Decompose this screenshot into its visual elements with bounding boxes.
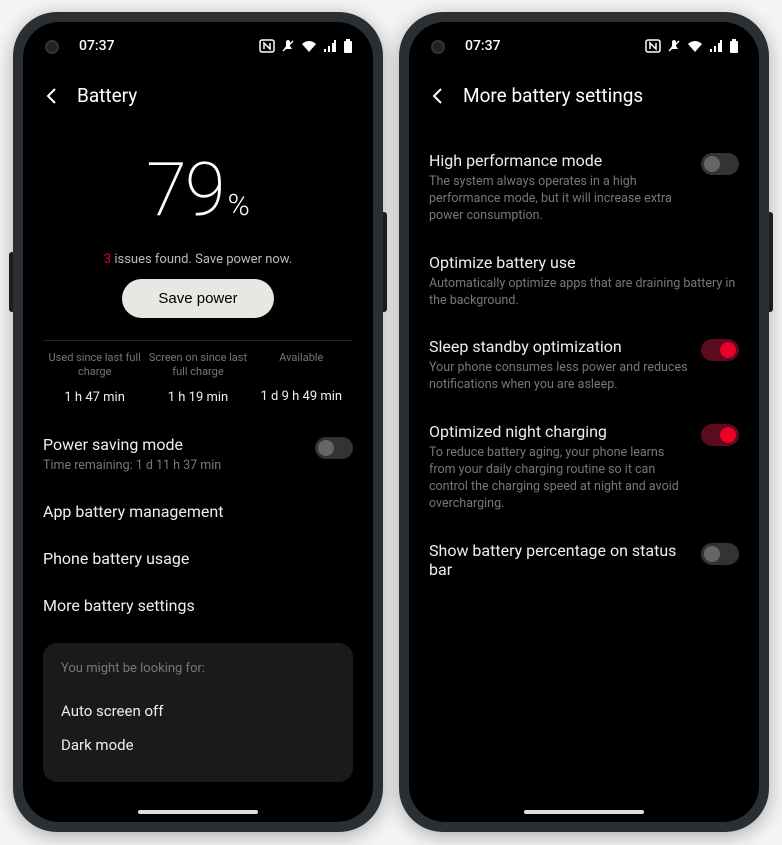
status-time: 07:37 (465, 38, 501, 54)
stat-value: 1 h 19 min (146, 390, 249, 405)
nfc-icon (645, 39, 661, 53)
issues-count: 3 (104, 252, 111, 267)
battery-percent: 79% (43, 121, 353, 252)
toggle-high-performance[interactable] (701, 153, 739, 175)
stat-label: Available (250, 351, 353, 379)
suggestions-card: You might be looking for: Auto screen of… (43, 643, 353, 782)
suggestions-header: You might be looking for: (61, 661, 335, 676)
back-icon[interactable] (43, 87, 61, 105)
status-bar: 07:37 (409, 22, 759, 70)
suggest-auto-screen-off[interactable]: Auto screen off (61, 694, 335, 728)
toggle-night-charging[interactable] (701, 424, 739, 446)
row-app-battery[interactable]: App battery management (43, 488, 353, 535)
row-subtitle: To reduce battery aging, your phone lear… (429, 445, 689, 513)
row-subtitle: Time remaining: 1 d 11 h 37 min (43, 458, 303, 475)
status-icons (259, 39, 353, 53)
suggest-dark-mode[interactable]: Dark mode (61, 728, 335, 762)
battery-icon (729, 39, 739, 53)
row-title: Power saving mode (43, 435, 303, 454)
front-camera (45, 40, 59, 54)
page-header: More battery settings (409, 70, 759, 121)
stat-label: Used since last full charge (43, 351, 146, 380)
row-more-settings[interactable]: More battery settings (43, 582, 353, 629)
battery-icon (343, 39, 353, 53)
battery-stats: Used since last full charge 1 h 47 min S… (43, 340, 353, 421)
battery-content: 79% 3 issues found. Save power now. Save… (23, 121, 373, 782)
screen-left: 07:37 Battery 79% 3 issues found. Save p… (23, 22, 373, 822)
signal-icon (323, 40, 337, 52)
row-title: Phone battery usage (43, 549, 189, 568)
page-title: More battery settings (463, 84, 643, 107)
wifi-icon (301, 40, 317, 52)
row-power-saving[interactable]: Power saving mode Time remaining: 1 d 11… (43, 421, 353, 489)
front-camera (431, 40, 445, 54)
status-time: 07:37 (79, 38, 115, 54)
percent-number: 79 (146, 147, 223, 234)
row-title: Sleep standby optimization (429, 337, 689, 356)
row-title: App battery management (43, 502, 223, 521)
row-title: Show battery percentage on status bar (429, 541, 689, 579)
nfc-icon (259, 39, 275, 53)
home-indicator[interactable] (138, 810, 258, 814)
status-icons (645, 39, 739, 53)
mute-icon (667, 39, 681, 53)
row-optimize-battery[interactable]: Optimize battery use Automatically optim… (429, 239, 739, 324)
more-settings-content: High performance mode The system always … (409, 121, 759, 593)
mute-icon (281, 39, 295, 53)
phone-frame-right: 07:37 More battery settings High perform… (399, 12, 769, 832)
issues-line: 3 issues found. Save power now. (43, 252, 353, 267)
phone-frame-left: 07:37 Battery 79% 3 issues found. Save p… (13, 12, 383, 832)
row-phone-usage[interactable]: Phone battery usage (43, 535, 353, 582)
stat-value: 1 h 47 min (43, 390, 146, 405)
toggle-power-saving[interactable] (315, 437, 353, 459)
status-bar: 07:37 (23, 22, 373, 70)
stat-used: Used since last full charge 1 h 47 min (43, 351, 146, 405)
row-subtitle: Your phone consumes less power and reduc… (429, 360, 689, 394)
row-title: Optimize battery use (429, 253, 739, 272)
page-header: Battery (23, 70, 373, 121)
signal-icon (709, 40, 723, 52)
row-title: High performance mode (429, 151, 689, 170)
row-title: Optimized night charging (429, 422, 689, 441)
stat-screen-on: Screen on since last full charge 1 h 19 … (146, 351, 249, 405)
toggle-show-percentage[interactable] (701, 543, 739, 565)
wifi-icon (687, 40, 703, 52)
stat-available: Available 1 d 9 h 49 min (250, 351, 353, 405)
row-subtitle: Automatically optimize apps that are dra… (429, 276, 739, 310)
row-sleep-standby[interactable]: Sleep standby optimization Your phone co… (429, 323, 739, 408)
row-night-charging[interactable]: Optimized night charging To reduce batte… (429, 408, 739, 527)
issues-text: issues found. Save power now. (114, 252, 292, 267)
home-indicator[interactable] (524, 810, 644, 814)
page-title: Battery (77, 84, 137, 107)
row-subtitle: The system always operates in a high per… (429, 174, 689, 225)
row-title: More battery settings (43, 596, 195, 615)
percent-symbol: % (228, 188, 250, 223)
row-show-percentage[interactable]: Show battery percentage on status bar (429, 527, 739, 593)
back-icon[interactable] (429, 87, 447, 105)
toggle-sleep-standby[interactable] (701, 339, 739, 361)
stat-label: Screen on since last full charge (146, 351, 249, 380)
stat-value: 1 d 9 h 49 min (250, 389, 353, 404)
screen-right: 07:37 More battery settings High perform… (409, 22, 759, 822)
row-high-performance[interactable]: High performance mode The system always … (429, 137, 739, 239)
save-power-button[interactable]: Save power (122, 279, 273, 318)
